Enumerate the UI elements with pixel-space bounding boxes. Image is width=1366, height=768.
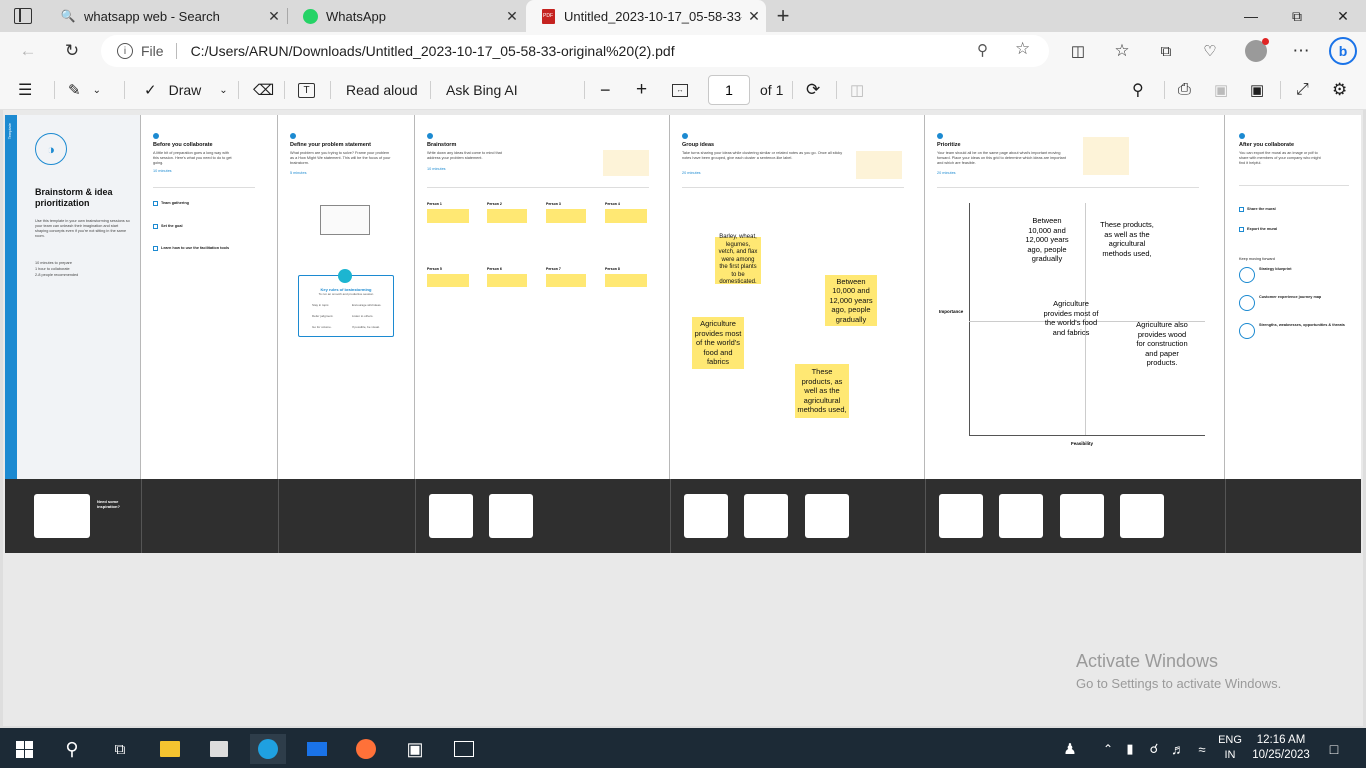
- sticky-note[interactable]: Between 10,000 and 12,000 years ago, peo…: [825, 275, 877, 326]
- back-button[interactable]: ←: [12, 36, 44, 66]
- info-icon[interactable]: i: [117, 43, 133, 59]
- erase-icon[interactable]: ⌫: [253, 70, 274, 110]
- page-total: of 1: [760, 82, 784, 98]
- wifi-icon[interactable]: ≈: [1184, 734, 1220, 764]
- pdf-icon: PDF: [540, 8, 556, 24]
- search-icon: 🔍: [60, 9, 76, 23]
- browser-essentials-icon[interactable]: ♡: [1194, 36, 1226, 66]
- tab-actions-icon[interactable]: [14, 8, 32, 24]
- url-text[interactable]: C:/Users/ARUN/Downloads/Untitled_2023-10…: [191, 43, 675, 59]
- close-icon[interactable]: ✕: [742, 8, 766, 25]
- fullscreen-icon[interactable]: ⤢: [1296, 70, 1309, 110]
- favorites-icon[interactable]: ☆: [1106, 36, 1138, 66]
- file-explorer-icon[interactable]: [152, 734, 188, 764]
- settings-gear-icon[interactable]: ⚙: [1332, 70, 1347, 110]
- whatsapp-icon: [302, 8, 318, 24]
- people-icon[interactable]: ♟: [1052, 734, 1088, 764]
- read-aloud-button[interactable]: Read aloud: [346, 70, 418, 110]
- edge-browser-icon[interactable]: [250, 734, 286, 764]
- save-icon[interactable]: ▣: [1214, 70, 1228, 110]
- rotate-icon[interactable]: ⟳: [806, 70, 820, 110]
- draw-icon: ✓: [144, 82, 157, 99]
- address-bar: ← ↻ i File C:/Users/ARUN/Downloads/Untit…: [0, 32, 1366, 70]
- draw-button[interactable]: ✓ Draw ⌄: [144, 70, 228, 110]
- print-icon[interactable]: ⎙: [1178, 70, 1191, 110]
- step-brainstorm: Brainstorm Write down any ideas that com…: [415, 115, 670, 479]
- minimize-button[interactable]: —: [1228, 0, 1274, 32]
- sticky-note[interactable]: These products, as well as the agricultu…: [795, 364, 849, 418]
- zoom-in-button[interactable]: +: [636, 70, 647, 110]
- zoom-out-icon[interactable]: ⚲: [977, 41, 988, 59]
- favorite-star-icon[interactable]: ☆: [1015, 39, 1030, 59]
- chevron-down-icon[interactable]: ⌄: [93, 85, 101, 96]
- pdf-page: Template ◑ Brainstorm & idea prioritizat…: [5, 115, 1361, 553]
- tab-pdf[interactable]: PDF Untitled_2023-10-17_05-58-33-o ✕: [526, 0, 766, 32]
- add-text-icon[interactable]: T: [298, 70, 315, 110]
- save-as-icon[interactable]: ▣: [1250, 70, 1264, 110]
- highlight-icon[interactable]: ✎ ⌄: [68, 70, 101, 110]
- contents-icon[interactable]: ☰: [18, 70, 32, 110]
- tab-whatsapp[interactable]: WhatsApp ✕: [288, 0, 524, 32]
- lightbulb-icon: ◑: [35, 133, 67, 165]
- start-button[interactable]: [6, 734, 42, 764]
- clock[interactable]: 12:16 AM 10/25/2023: [1250, 733, 1312, 763]
- notification-icon[interactable]: □: [1316, 734, 1352, 764]
- profile-avatar[interactable]: [1240, 36, 1272, 66]
- search-icon[interactable]: ⚲: [1132, 70, 1144, 110]
- page-number-input[interactable]: 1: [708, 75, 750, 105]
- zoom-out-button[interactable]: −: [600, 70, 611, 110]
- refresh-button[interactable]: ↻: [56, 36, 88, 66]
- examples-strip: Need some inspiration?: [5, 479, 1361, 553]
- new-tab-button[interactable]: +: [772, 4, 794, 28]
- task-view-icon[interactable]: ⧉: [102, 734, 138, 764]
- activation-watermark-title: Activate Windows: [1076, 651, 1219, 671]
- sticky-note[interactable]: Agriculture provides most of the world's…: [692, 317, 744, 369]
- url-box[interactable]: i File C:/Users/ARUN/Downloads/Untitled_…: [101, 35, 1049, 67]
- snipping-tool-icon[interactable]: ▣: [397, 734, 433, 764]
- pdf-toolbar: ☰ ✎ ⌄ ✓ Draw ⌄ ⌫ T Read aloud Ask Bing AI −…: [0, 70, 1366, 110]
- activation-watermark-subtitle: Go to Settings to activate Windows.: [1076, 676, 1282, 691]
- close-window-button[interactable]: ✕: [1320, 0, 1366, 32]
- close-icon[interactable]: ✕: [262, 8, 286, 25]
- doc-title: Brainstorm & idea prioritization: [35, 187, 113, 208]
- step-before-collaborate: Before you collaborate A little bit of p…: [141, 115, 278, 479]
- bing-copilot-icon[interactable]: b: [1326, 36, 1360, 66]
- search-icon[interactable]: ⚲: [54, 734, 90, 764]
- step-prioritize: Prioritize Your team should all be on th…: [925, 115, 1225, 479]
- close-icon[interactable]: ✕: [500, 8, 524, 25]
- tab-bar: 🔍 whatsapp web - Search ✕ WhatsApp ✕ PDF…: [0, 0, 1366, 32]
- fit-to-page-icon[interactable]: ↔: [672, 70, 688, 110]
- more-menu-icon[interactable]: ⋯: [1285, 36, 1317, 66]
- ask-bing-button[interactable]: Ask Bing AI: [446, 70, 518, 110]
- cover-panel: Template ◑ Brainstorm & idea prioritizat…: [5, 115, 141, 479]
- collections-icon[interactable]: ⧉: [1150, 36, 1182, 66]
- mail-icon[interactable]: [299, 734, 335, 764]
- tab-search[interactable]: 🔍 whatsapp web - Search ✕: [46, 0, 286, 32]
- store-icon[interactable]: [201, 734, 237, 764]
- step-define-problem: Define your problem statement What probl…: [278, 115, 415, 479]
- split-screen-icon[interactable]: ◫: [1062, 36, 1094, 66]
- restore-button[interactable]: ⧉: [1274, 0, 1320, 32]
- pdf-viewer[interactable]: Template ◑ Brainstorm & idea prioritizat…: [3, 110, 1363, 726]
- language-indicator[interactable]: ENG IN: [1218, 733, 1242, 763]
- firefox-icon[interactable]: [348, 734, 384, 764]
- step-group-ideas: Group ideas Take turns sharing your idea…: [670, 115, 925, 479]
- chevron-down-icon[interactable]: ⌄: [219, 85, 227, 96]
- photos-icon[interactable]: [446, 734, 482, 764]
- page-view-icon[interactable]: ◫: [850, 70, 864, 110]
- sticky-note[interactable]: Barley, wheat, legumes, vetch, and flax …: [715, 234, 761, 285]
- step-after-collaborate: After you collaborate You can export the…: [1225, 115, 1361, 479]
- taskbar: ⚲ ⧉ ▣ ♟ ⌃ ▮ ☌ ♬ ≈ ENG IN 12:16 AM 10/25/20…: [0, 728, 1366, 768]
